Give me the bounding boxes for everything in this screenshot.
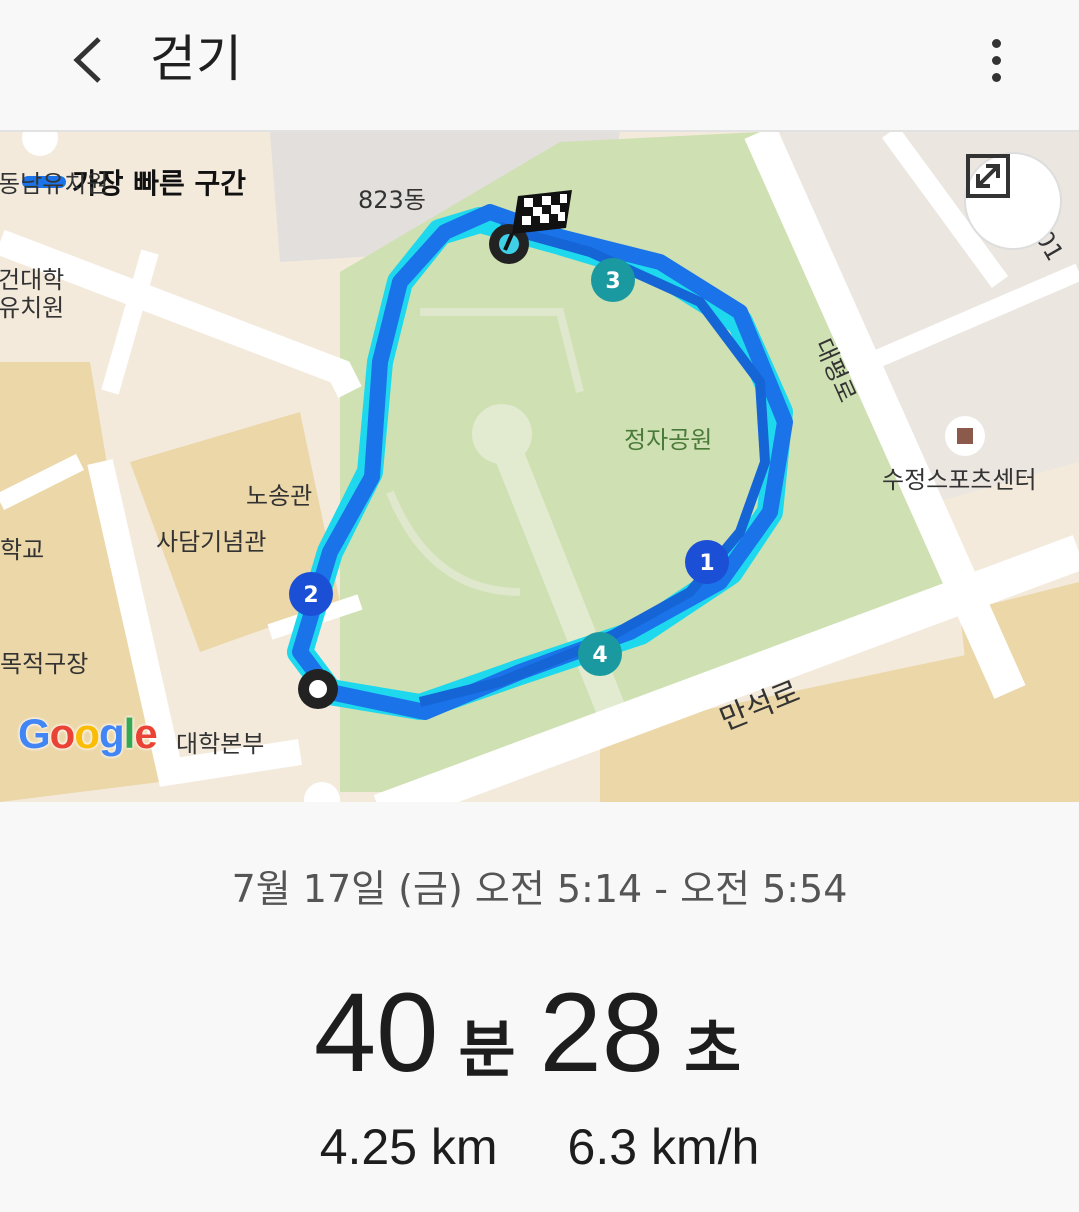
duration-seconds: 28	[539, 970, 665, 1095]
svg-text:3: 3	[605, 269, 620, 294]
back-button[interactable]	[52, 20, 122, 100]
app-header: 걷기	[0, 0, 1079, 130]
map-label-park: 정자공원	[624, 426, 713, 454]
route-map[interactable]: 1 2 3 4 가장 빠른 구간 823동 정자공원 대평로 수정스포츠센터 노…	[0, 130, 1079, 802]
map-label-main-building: 대학본부	[176, 730, 265, 758]
map-label-nosonggwan: 노송관	[246, 482, 313, 510]
expand-map-button[interactable]	[964, 152, 1062, 250]
map-label-kinder1: 동남유치원	[0, 170, 109, 198]
map-label-mokjeok: 목적구장	[0, 650, 89, 678]
chevron-left-icon	[73, 37, 101, 83]
map-label-school: 학교	[0, 536, 45, 564]
duration-minutes: 40	[313, 970, 439, 1095]
map-label-sadam: 사담기념관	[156, 528, 267, 556]
svg-text:2: 2	[303, 583, 318, 608]
workout-speed: 6.3 km/h	[567, 1119, 760, 1175]
expand-icon	[966, 154, 1010, 198]
map-label-823: 823동	[358, 186, 426, 214]
seconds-unit: 초	[684, 1013, 742, 1086]
minutes-unit: 분	[458, 1013, 516, 1086]
more-options-button[interactable]	[966, 22, 1026, 98]
map-label-kinder3: 유치원	[0, 294, 65, 322]
workout-date-range: 7월 17일 (금) 오전 5:14 - 오전 5:54	[231, 867, 848, 911]
workout-distance: 4.25 km	[319, 1119, 498, 1175]
more-vertical-icon	[991, 38, 1001, 48]
workout-stats: 4.25 km 6.3 km/h	[0, 1118, 1079, 1176]
workout-duration: 40 분 28 초	[0, 968, 1079, 1097]
google-logo: Google	[18, 710, 158, 757]
page-title: 걷기	[150, 30, 242, 88]
map-label-sports-center: 수정스포츠센터	[882, 466, 1037, 494]
svg-text:4: 4	[592, 643, 607, 668]
svg-text:1: 1	[699, 551, 714, 576]
